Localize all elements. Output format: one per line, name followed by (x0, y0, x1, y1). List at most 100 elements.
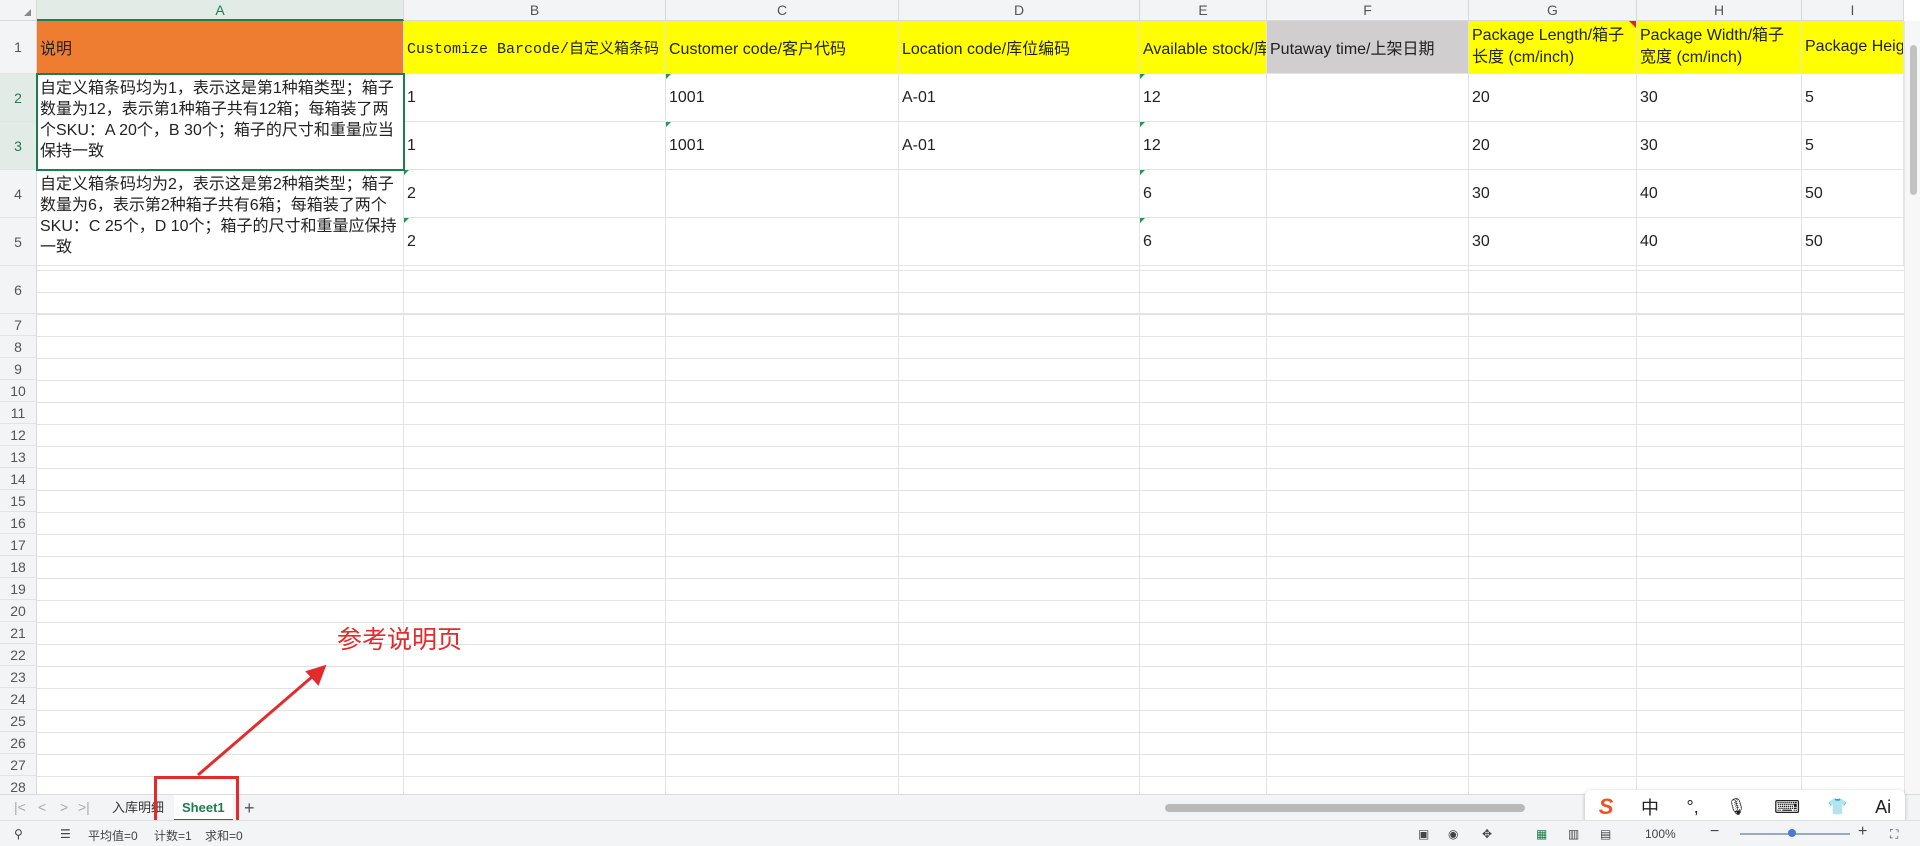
cell-g5[interactable]: 30 (1469, 218, 1637, 266)
cell-d2[interactable]: A-01 (899, 74, 1140, 122)
cell-e1[interactable]: Available stock/库 (1140, 21, 1267, 74)
row-header-3[interactable]: 3 (0, 122, 37, 170)
row-header-14[interactable]: 14 (0, 468, 37, 490)
row-header-18[interactable]: 18 (0, 556, 37, 578)
cell-i2[interactable]: 5 (1802, 74, 1904, 122)
cell-a4-merged[interactable]: 自定义箱条码均为2，表示这是第2种箱类型；箱子数量为6，表示第2种箱子共有6箱；… (37, 170, 404, 266)
row-header-11[interactable]: 11 (0, 402, 37, 424)
row-header-26[interactable]: 26 (0, 732, 37, 754)
zoom-slider-handle[interactable] (1788, 829, 1796, 837)
cell-e3[interactable]: 12 (1140, 122, 1267, 170)
cell-b1[interactable]: Customize Barcode/自定义箱条码 (404, 21, 666, 74)
cell-f1[interactable]: Putaway time/上架日期 (1267, 21, 1469, 74)
page-break-view-icon[interactable]: ▤ (1600, 827, 1611, 841)
status-layout-icon[interactable]: ✥ (1482, 827, 1492, 841)
row-header-10[interactable]: 10 (0, 380, 37, 402)
row-header-8[interactable]: 8 (0, 336, 37, 358)
cell-g2[interactable]: 20 (1469, 74, 1637, 122)
ime-chinese-mode[interactable]: 中 (1641, 794, 1659, 820)
cell-h2[interactable]: 30 (1637, 74, 1802, 122)
row-header-1[interactable]: 1 (0, 21, 37, 74)
status-count[interactable]: 计数=1 (154, 827, 192, 844)
cell-e5[interactable]: 6 (1140, 218, 1267, 266)
cell-b4[interactable]: 2 (404, 170, 666, 218)
cell-b3[interactable]: 1 (404, 122, 666, 170)
row-header-12[interactable]: 12 (0, 424, 37, 446)
row-header-7[interactable]: 7 (0, 314, 37, 336)
select-all-corner[interactable] (0, 0, 37, 21)
cell-g1[interactable]: Package Length/箱子长度 (cm/inch) (1469, 21, 1637, 74)
status-menu-icon[interactable]: ☰ (60, 827, 71, 841)
normal-view-icon[interactable]: ▦ (1536, 827, 1547, 841)
cell-i4[interactable]: 50 (1802, 170, 1904, 218)
column-header-f[interactable]: F (1267, 0, 1469, 21)
row-header-20[interactable]: 20 (0, 600, 37, 622)
add-sheet-button[interactable]: + (236, 795, 263, 821)
keyboard-icon[interactable]: ⌨ (1774, 797, 1800, 818)
cell-e4[interactable]: 6 (1140, 170, 1267, 218)
cell-c4[interactable] (666, 170, 899, 218)
status-help-icon[interactable]: ⚲ (14, 827, 23, 841)
horizontal-scroll-thumb[interactable] (1165, 804, 1525, 812)
cell-h5[interactable]: 40 (1637, 218, 1802, 266)
cell-d5[interactable] (899, 218, 1140, 266)
column-header-i[interactable]: I (1802, 0, 1904, 21)
cell-a2-merged[interactable]: 自定义箱条码均为1，表示这是第1种箱类型；箱子数量为12，表示第1种箱子共有12… (37, 74, 404, 170)
status-protect-icon[interactable]: ▣ (1418, 827, 1429, 841)
row-header-28[interactable]: 28 (0, 776, 37, 794)
cell-d1[interactable]: Location code/库位编码 (899, 21, 1140, 74)
cell-i3[interactable]: 5 (1802, 122, 1904, 170)
zoom-slider[interactable] (1740, 829, 1850, 837)
row-header-6[interactable]: 6 (0, 266, 37, 314)
next-sheet-button[interactable]: > (60, 799, 68, 815)
microphone-icon[interactable]: 🎙 (1726, 797, 1746, 817)
row-header-5[interactable]: 5 (0, 218, 37, 266)
row-header-25[interactable]: 25 (0, 710, 37, 732)
cell-b5[interactable]: 2 (404, 218, 666, 266)
row-header-23[interactable]: 23 (0, 666, 37, 688)
cell-h4[interactable]: 40 (1637, 170, 1802, 218)
cell-i1[interactable]: Package Height/箱子高度 (cm/inch) (1802, 21, 1904, 74)
cell-c5[interactable] (666, 218, 899, 266)
prev-sheet-button[interactable]: < (38, 799, 46, 815)
column-header-a[interactable]: A (37, 0, 404, 21)
cell-f5[interactable] (1267, 218, 1469, 266)
cell-a1[interactable]: 说明 (37, 21, 404, 74)
cell-g3[interactable]: 20 (1469, 122, 1637, 170)
sheet-tab-sheet1[interactable]: Sheet1 (174, 795, 233, 821)
row-header-22[interactable]: 22 (0, 644, 37, 666)
cell-f2[interactable] (1267, 74, 1469, 122)
column-header-b[interactable]: B (404, 0, 666, 21)
cell-h3[interactable]: 30 (1637, 122, 1802, 170)
ime-punctuation-icon[interactable]: °, (1687, 797, 1699, 818)
row-header-15[interactable]: 15 (0, 490, 37, 512)
zoom-level[interactable]: 100% (1645, 827, 1676, 841)
row-header-24[interactable]: 24 (0, 688, 37, 710)
zoom-in-button[interactable]: + (1858, 823, 1867, 841)
cell-i5[interactable]: 50 (1802, 218, 1904, 266)
column-header-d[interactable]: D (899, 0, 1140, 21)
cell-c1[interactable]: Customer code/客户代码 (666, 21, 899, 74)
row-header-4[interactable]: 4 (0, 170, 37, 218)
column-header-e[interactable]: E (1140, 0, 1267, 21)
status-average[interactable]: 平均值=0 (88, 827, 138, 844)
row-header-16[interactable]: 16 (0, 512, 37, 534)
status-sum[interactable]: 求和=0 (205, 827, 243, 844)
last-sheet-button[interactable]: >| (78, 799, 90, 815)
cell-c3[interactable]: 1001 (666, 122, 899, 170)
row-header-2[interactable]: 2 (0, 74, 37, 122)
skin-icon[interactable]: 👕 (1828, 797, 1848, 817)
column-header-h[interactable]: H (1637, 0, 1802, 21)
row-header-13[interactable]: 13 (0, 446, 37, 468)
sogou-logo-icon[interactable]: S (1599, 794, 1614, 820)
column-header-g[interactable]: G (1469, 0, 1637, 21)
cell-d3[interactable]: A-01 (899, 122, 1140, 170)
fullscreen-icon[interactable]: ⛶ (1890, 827, 1898, 842)
cell-b2[interactable]: 1 (404, 74, 666, 122)
cell-h1[interactable]: Package Width/箱子宽度 (cm/inch) (1637, 21, 1802, 74)
vertical-scrollbar[interactable] (1904, 21, 1920, 794)
cell-f4[interactable] (1267, 170, 1469, 218)
row-header-19[interactable]: 19 (0, 578, 37, 600)
row-header-9[interactable]: 9 (0, 358, 37, 380)
ai-icon[interactable]: Ai (1875, 797, 1891, 818)
